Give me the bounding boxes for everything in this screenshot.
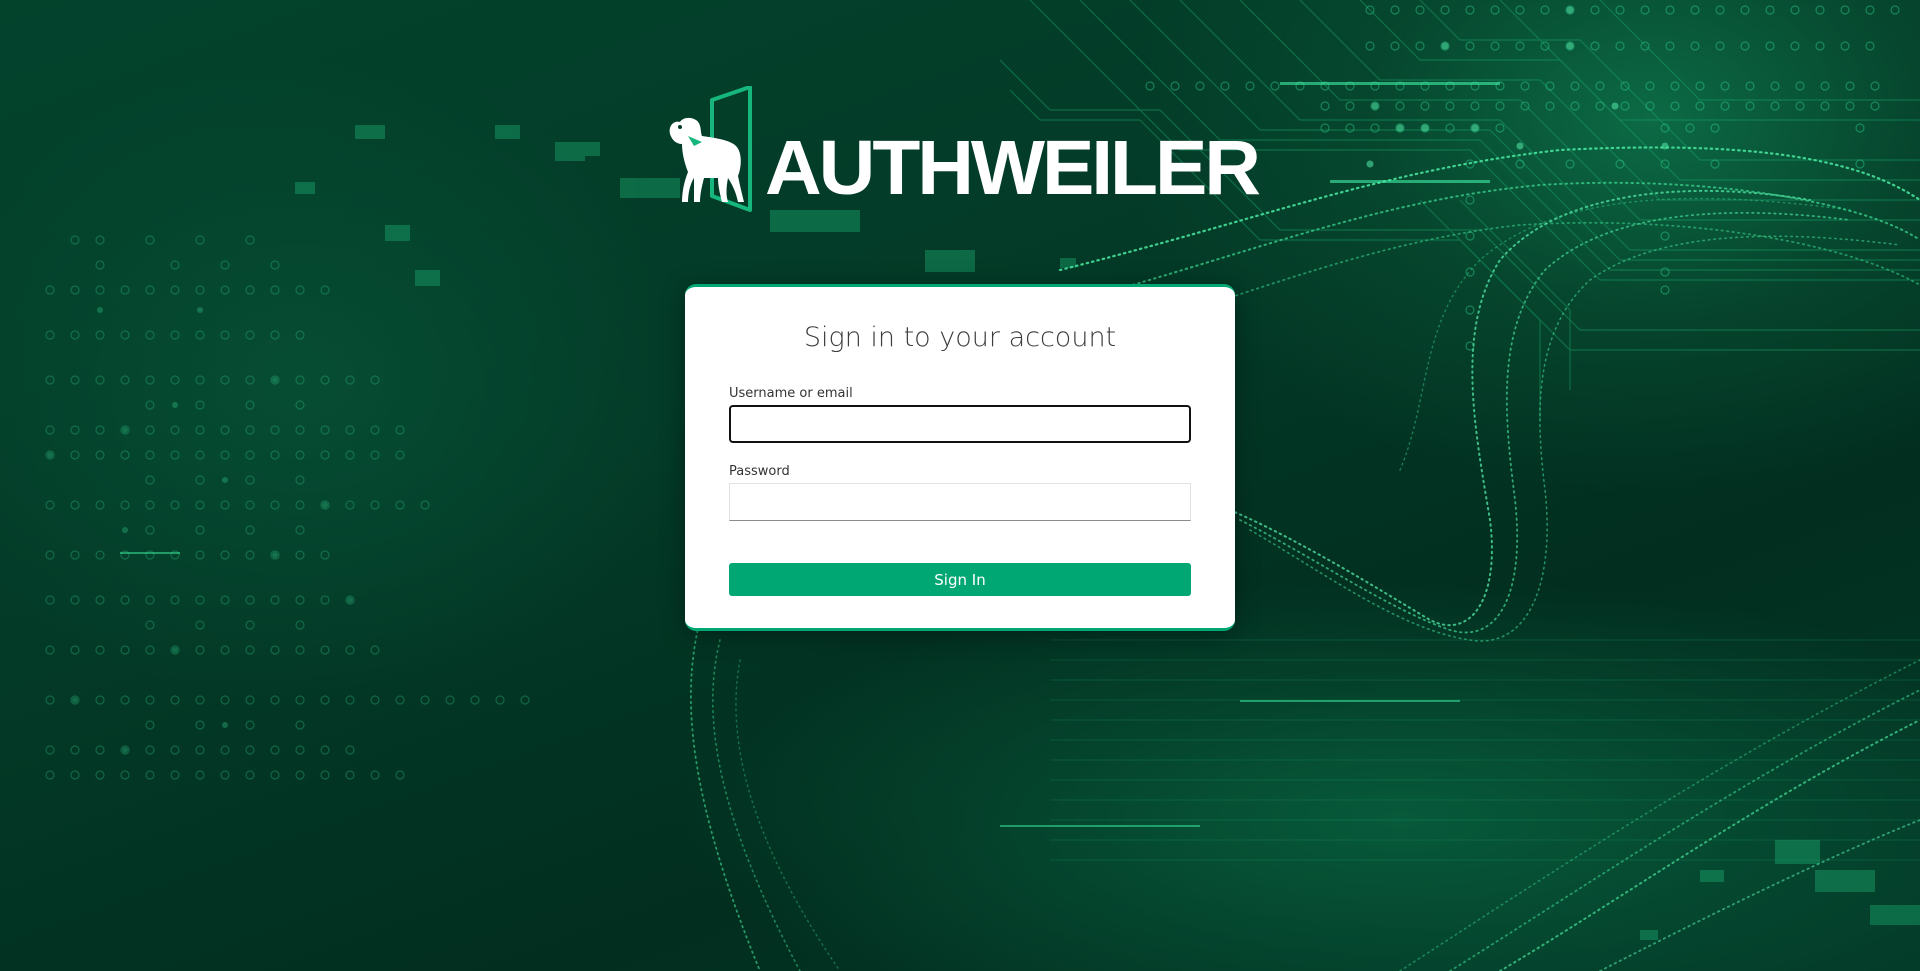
login-card: Sign in to your account Username or emai… bbox=[685, 284, 1235, 631]
username-label: Username or email bbox=[729, 386, 853, 401]
authweiler-logo: AUTHWEILER bbox=[668, 86, 1264, 214]
username-input[interactable] bbox=[729, 405, 1191, 443]
password-input[interactable] bbox=[729, 483, 1191, 521]
login-title: Sign in to your account bbox=[803, 322, 1117, 353]
sign-in-button[interactable]: Sign In bbox=[729, 563, 1191, 596]
brand-wordmark: AUTHWEILER bbox=[765, 125, 1261, 211]
password-label: Password bbox=[729, 464, 790, 479]
